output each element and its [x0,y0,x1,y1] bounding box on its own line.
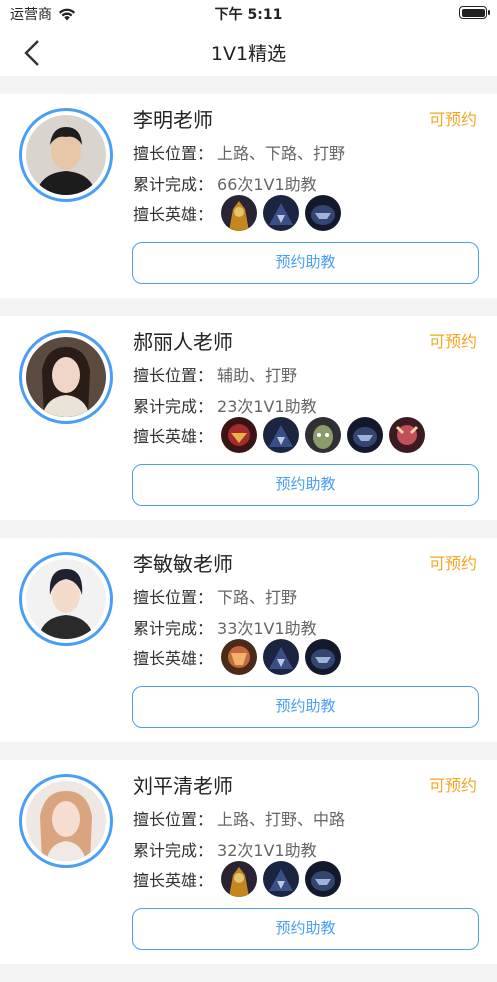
positions-value: 上路、下路、打野 [217,144,346,163]
heroes-row: 擅长英雄： [133,417,426,453]
heroes-label: 擅长英雄： [133,871,214,890]
positions-value: 上路、打野、中路 [217,810,346,829]
teacher-name: 李敏敏老师 [133,552,233,576]
hero-avatar[interactable] [263,195,300,231]
hero-avatar[interactable] [263,639,300,675]
completed-row: 累计完成： 23次1V1助教 [133,393,317,417]
completed-label: 累计完成： [133,175,214,194]
hero-avatar[interactable] [263,861,300,897]
positions-label: 擅长位置： [133,810,214,829]
status-badge: 可预约 [428,110,477,129]
teacher-card: 郝丽人老师 可预约 擅长位置： 辅助、打野 累计完成： 23次1V1助教 擅长英雄：… [0,316,497,520]
heroes-row: 擅长英雄： [133,861,342,897]
book-tutor-button[interactable]: 预约助教 [132,908,479,950]
positions-row: 擅长位置： 下路、打野 [133,584,297,608]
book-tutor-button[interactable]: 预约助教 [132,686,479,728]
heroes-row: 擅长英雄： [133,195,342,231]
heroes-label: 擅长英雄： [133,649,214,668]
hero-avatar[interactable] [221,195,258,231]
teacher-card: 李明老师 可预约 擅长位置： 上路、下路、打野 累计完成： 66次1V1助教 擅长英… [0,94,497,298]
completed-value: 66次1V1助教 [217,175,317,194]
avatar [19,330,113,424]
heroes-label: 擅长英雄： [133,205,214,224]
avatar [19,108,113,202]
hero-avatar[interactable] [305,639,342,675]
completed-value: 32次1V1助教 [217,841,317,860]
page-title: 1V1精选 [210,43,287,65]
hero-avatar[interactable] [263,417,300,453]
completed-label: 累计完成： [133,841,214,860]
positions-value: 下路、打野 [217,588,298,607]
nav-bar: 1V1精选 [0,26,497,76]
positions-label: 擅长位置： [133,144,214,163]
avatar [19,552,113,646]
hero-avatar[interactable] [347,417,384,453]
positions-row: 擅长位置： 辅助、打野 [133,362,297,386]
heroes-row: 擅长英雄： [133,639,342,675]
teacher-name: 李明老师 [133,108,213,132]
positions-label: 擅长位置： [133,588,214,607]
teacher-card: 李敏敏老师 可预约 擅长位置： 下路、打野 累计完成： 33次1V1助教 擅长英雄：… [0,538,497,742]
completed-row: 累计完成： 33次1V1助教 [133,615,317,639]
avatar [19,774,113,868]
battery-icon [459,6,490,19]
status-badge: 可预约 [428,776,477,795]
completed-value: 23次1V1助教 [217,397,317,416]
book-tutor-button[interactable]: 预约助教 [132,464,479,506]
completed-row: 累计完成： 66次1V1助教 [133,171,317,195]
positions-value: 辅助、打野 [217,366,298,385]
book-tutor-button[interactable]: 预约助教 [132,242,479,284]
completed-label: 累计完成： [133,619,214,638]
positions-row: 擅长位置： 上路、下路、打野 [133,140,345,164]
clock: 下午 5:11 [214,7,283,23]
status-badge: 可预约 [428,554,477,573]
completed-label: 累计完成： [133,397,214,416]
hero-avatar[interactable] [221,417,258,453]
completed-value: 33次1V1助教 [217,619,317,638]
completed-row: 累计完成： 32次1V1助教 [133,837,317,861]
heroes-label: 擅长英雄： [133,427,214,446]
hero-avatar[interactable] [221,861,258,897]
hero-avatar[interactable] [305,417,342,453]
hero-avatar[interactable] [305,195,342,231]
hero-avatar[interactable] [389,417,426,453]
hero-avatar[interactable] [305,861,342,897]
teacher-card: 刘平清老师 可预约 擅长位置： 上路、打野、中路 累计完成： 32次1V1助教 擅长… [0,760,497,964]
status-bar: 运营商 下午 5:11 [0,0,497,26]
status-badge: 可预约 [428,332,477,351]
teacher-name: 郝丽人老师 [133,330,233,354]
teacher-name: 刘平清老师 [133,774,233,798]
hero-avatar[interactable] [221,639,258,675]
teacher-list: 李明老师 可预约 擅长位置： 上路、下路、打野 累计完成： 66次1V1助教 擅长英… [0,94,497,982]
positions-row: 擅长位置： 上路、打野、中路 [133,806,345,830]
positions-label: 擅长位置： [133,366,214,385]
